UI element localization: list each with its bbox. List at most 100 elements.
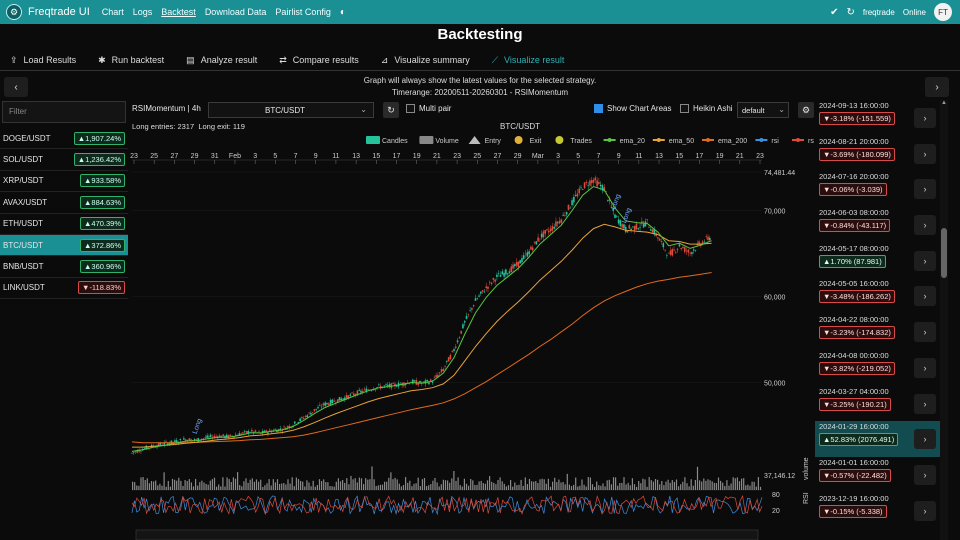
nav-link-pairlist-config[interactable]: Pairlist Config bbox=[275, 7, 331, 17]
chevron-down-icon: ⌄ bbox=[778, 105, 785, 114]
pair-item[interactable]: SOL/USDT ▲1,236.42% bbox=[0, 149, 128, 171]
trade-item[interactable]: 2023-12-19 16:00:00 ▼-0.15% (-5.338) › bbox=[815, 493, 940, 529]
pair-item[interactable]: LINK/USDT ▼-118.83% bbox=[0, 278, 128, 300]
volume-bar bbox=[440, 484, 442, 490]
trade-detail-button[interactable]: › bbox=[914, 500, 936, 521]
x-tick-label: 19 bbox=[413, 153, 421, 160]
pair-item[interactable]: DOGE/USDT ▲1,907.24% bbox=[0, 128, 128, 150]
chart-settings-button[interactable]: ⚙ bbox=[798, 102, 814, 118]
scroll-thumb[interactable] bbox=[941, 228, 947, 278]
layout-select[interactable]: default ⌄ bbox=[737, 102, 789, 118]
trade-detail-button[interactable]: › bbox=[914, 179, 936, 200]
visualize-result-button[interactable]: ⟋ Visualize result bbox=[492, 55, 565, 66]
pair-item[interactable]: BNB/USDT ▲360.96% bbox=[0, 256, 128, 278]
trade-detail-button[interactable]: › bbox=[914, 108, 936, 128]
trade-item[interactable]: 2024-06-03 08:00:00 ▼-0.84% (-43.117) › bbox=[815, 207, 940, 243]
candle-body bbox=[283, 426, 285, 428]
visualize-summary-button[interactable]: ⊿ Visualize summary bbox=[381, 55, 470, 66]
legend-swatch bbox=[514, 136, 523, 144]
compare-results-button[interactable]: ⇄ Compare results bbox=[279, 55, 359, 66]
trade-detail-button[interactable]: › bbox=[914, 215, 936, 236]
trade-detail-button[interactable]: › bbox=[914, 393, 936, 414]
volume-bar bbox=[652, 481, 654, 490]
compare-icon: ⇄ bbox=[279, 54, 287, 65]
trade-detail-button[interactable]: › bbox=[914, 357, 936, 378]
nav-link-logs[interactable]: Logs bbox=[133, 7, 153, 17]
trade-item[interactable]: 2024-03-27 04:00:00 ▼-3.25% (-190.21) › bbox=[815, 386, 940, 422]
nav-link-backtest[interactable]: Backtest bbox=[161, 7, 196, 17]
theme-toggle-icon[interactable]: ◐ bbox=[340, 7, 346, 18]
multi-pair-checkbox[interactable]: Multi pair bbox=[406, 104, 451, 113]
price-chart[interactable]: BTC/USDT Candles Volume Entry Exit Trades ema_… bbox=[130, 120, 814, 540]
candle-body bbox=[431, 381, 434, 383]
pair-item[interactable]: BTC/USDT ▲372.86% bbox=[0, 234, 128, 257]
chart-svg[interactable]: BTC/USDT Candles Volume Entry Exit Trades ema_… bbox=[130, 120, 814, 540]
legend-label: rsi_ma bbox=[808, 138, 814, 145]
candle-body bbox=[499, 275, 502, 277]
candle-body bbox=[462, 324, 464, 329]
heikin-ashi-checkbox[interactable]: Heikin Ashi bbox=[680, 104, 733, 113]
trade-item[interactable]: 2024-07-16 20:00:00 ▼-0.06% (-3.039) › bbox=[815, 171, 940, 207]
volume-bar bbox=[636, 486, 638, 490]
candle-body bbox=[458, 337, 461, 339]
volume-bar bbox=[195, 478, 197, 490]
analyze-result-button[interactable]: ▤ Analyze result bbox=[186, 55, 257, 66]
trade-item[interactable]: 2024-08-21 20:00:00 ▼-3.69% (-180.099) › bbox=[815, 136, 940, 172]
trade-item[interactable]: 2024-04-22 08:00:00 ▼-3.23% (-174.832) › bbox=[815, 314, 940, 350]
volume-bar bbox=[516, 485, 518, 490]
refresh-icon[interactable]: ↻ bbox=[846, 7, 854, 18]
volume-bar bbox=[226, 477, 228, 490]
candle-body bbox=[385, 384, 387, 386]
check-icon[interactable]: ✔ bbox=[830, 7, 838, 18]
candle-body bbox=[567, 204, 570, 210]
volume-bar bbox=[659, 484, 661, 490]
pair-item[interactable]: XRP/USDT ▲933.58% bbox=[0, 171, 128, 193]
nav-link-chart[interactable]: Chart bbox=[102, 7, 124, 17]
next-arrow-button[interactable]: › bbox=[925, 77, 949, 97]
avatar[interactable]: FT bbox=[934, 3, 952, 21]
pair-item[interactable]: ETH/USDT ▲470.39% bbox=[0, 214, 128, 235]
candle-body bbox=[438, 372, 441, 374]
trade-item[interactable]: 2024-05-17 08:00:00 ▲1.70% (87.981) › bbox=[815, 243, 940, 279]
trade-marker-label: Long bbox=[610, 193, 622, 210]
trade-item[interactable]: 2024-01-29 16:00:00 ▲52.83% (2076.491) › bbox=[815, 421, 940, 457]
volume-bar bbox=[690, 479, 692, 490]
trade-detail-button[interactable]: › bbox=[914, 286, 936, 307]
load-results-button[interactable]: ⇪ Load Results bbox=[10, 55, 76, 66]
trade-item[interactable]: 2024-01-01 16:00:00 ▼-0.57% (-22.482) › bbox=[815, 457, 940, 493]
volume-bar bbox=[310, 486, 312, 490]
prev-arrow-button[interactable]: ‹ bbox=[4, 77, 28, 97]
pair-select[interactable]: BTC/USDT ⌄ bbox=[208, 102, 374, 118]
volume-bar bbox=[407, 482, 409, 490]
pair-item[interactable]: AVAX/USDT ▲884.63% bbox=[0, 192, 128, 214]
scroll-up-icon[interactable]: ▲ bbox=[940, 100, 948, 106]
volume-bar bbox=[354, 478, 356, 490]
nav-link-download-data[interactable]: Download Data bbox=[205, 7, 267, 17]
pair-filter-input[interactable]: Filter bbox=[2, 101, 126, 123]
trade-detail-button[interactable]: › bbox=[914, 429, 936, 450]
show-chart-areas-checkbox[interactable]: Show Chart Areas bbox=[594, 104, 671, 113]
volume-max-label: 37,146.12 bbox=[764, 473, 795, 480]
profit-badge: ▲884.63% bbox=[79, 195, 125, 209]
volume-bar bbox=[644, 479, 646, 490]
candle-body bbox=[515, 261, 518, 266]
trade-item[interactable]: 2024-05-05 16:00:00 ▼-3.48% (-186.262) › bbox=[815, 278, 940, 314]
trade-detail-button[interactable]: › bbox=[914, 143, 936, 164]
candle-body bbox=[555, 221, 557, 227]
trade-list-scrollbar[interactable]: ▲ bbox=[940, 100, 948, 540]
refresh-chart-button[interactable]: ↻ bbox=[383, 102, 399, 118]
volume-bar bbox=[333, 486, 335, 490]
volume-bar bbox=[594, 486, 596, 490]
trade-item[interactable]: 2024-09-13 16:00:00 ▼-3.18% (-151.559) › bbox=[815, 100, 940, 136]
run-backtest-button[interactable]: ✱ Run backtest bbox=[98, 55, 164, 66]
trade-detail-button[interactable]: › bbox=[914, 464, 936, 485]
brand-name[interactable]: Freqtrade UI bbox=[28, 6, 90, 18]
freqtrade-logo-icon[interactable]: ⚙ bbox=[6, 4, 22, 20]
trade-detail-button[interactable]: › bbox=[914, 250, 936, 271]
candle-body bbox=[673, 249, 675, 251]
trade-item[interactable]: 2024-04-08 00:00:00 ▼-3.82% (-219.052) › bbox=[815, 350, 940, 386]
volume-bar bbox=[749, 485, 751, 490]
volume-bar bbox=[379, 484, 381, 490]
trade-detail-button[interactable]: › bbox=[914, 322, 936, 343]
legend-swatch bbox=[759, 138, 764, 142]
